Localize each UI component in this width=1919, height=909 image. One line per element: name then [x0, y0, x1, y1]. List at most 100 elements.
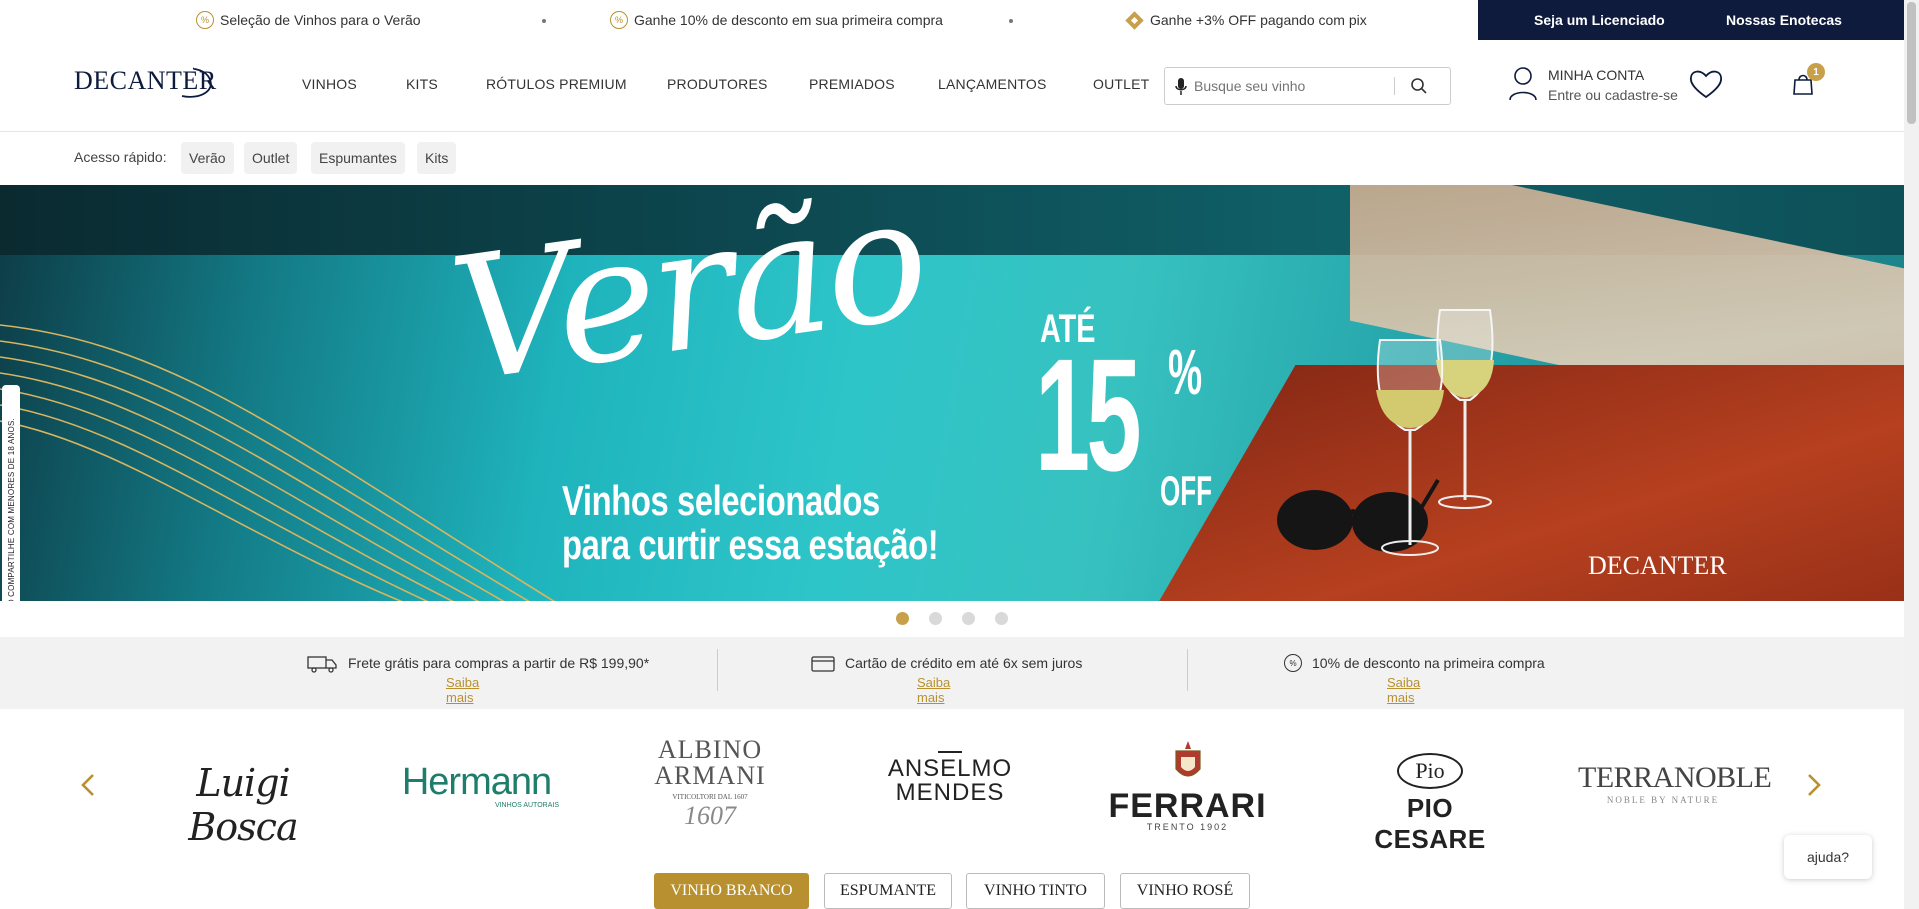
brand-albino-year: 1607: [684, 801, 736, 830]
brand-anselmo-bar: [938, 751, 962, 753]
brands-carousel: Luigi Bosca Hermann VINHOS AUTORAIS ALBI…: [0, 709, 1904, 859]
percent-icon: %: [610, 11, 628, 29]
hero-off-label: OFF: [1160, 467, 1213, 514]
brand-pio-cesare-name: PIO CESARE: [1374, 793, 1486, 854]
carousel-dots: [0, 612, 1904, 626]
benefits-bar: Frete grátis para compras a partir de R$…: [0, 637, 1904, 709]
promo-text: Ganhe 10% de desconto em sua primeira co…: [634, 12, 943, 28]
brand-terranoble-sub: NOBLE BY NATURE: [1606, 795, 1720, 805]
promo-item[interactable]: % Ganhe 10% de desconto em sua primeira …: [610, 0, 943, 40]
topbar-links: Seja um Licenciado Nossas Enotecas: [1478, 0, 1904, 40]
search-divider: [1394, 77, 1395, 95]
carousel-dot-2[interactable]: [929, 612, 942, 625]
carousel-dot-4[interactable]: [995, 612, 1008, 625]
age-warning-banner: APRECIE COM MODERAÇÃO. NÃO COMPARTILHE C…: [2, 385, 20, 601]
credit-card-icon: [811, 656, 835, 672]
hero-percent-sign: %: [1168, 336, 1203, 408]
chevron-left-icon[interactable]: [80, 773, 96, 797]
pio-cesare-monogram: Pio: [1397, 753, 1463, 789]
brand-ferrari[interactable]: FERRARI TRENTO 1902: [1100, 739, 1275, 832]
heart-icon[interactable]: [1689, 68, 1723, 100]
brand-terranoble-name: TERRANOBLE: [1578, 761, 1772, 794]
brand-hermann-name: Hermann: [401, 761, 552, 803]
brand-luigi-bosca[interactable]: Luigi Bosca: [158, 761, 328, 849]
benefit-saiba-mais-link[interactable]: Saiba mais: [1387, 675, 1420, 705]
brand-anselmo-line2: MENDES: [895, 779, 1005, 806]
quick-chip-verao[interactable]: Verão: [181, 142, 234, 174]
separator-dot: [542, 19, 546, 23]
hero-subtitle-line1: Vinhos selecionados: [562, 477, 880, 524]
help-chat-button[interactable]: ajuda?: [1784, 835, 1872, 879]
nav-vinhos[interactable]: VINHOS: [302, 76, 357, 92]
carousel-dot-3[interactable]: [962, 612, 975, 625]
licensee-link[interactable]: Seja um Licenciado: [1534, 12, 1665, 28]
carousel-dot-1[interactable]: [896, 612, 909, 625]
brand-anselmo-line1: ANSELMO: [887, 755, 1013, 782]
search-icon[interactable]: [1410, 77, 1428, 95]
promo-item[interactable]: % Seleção de Vinhos para o Verão: [196, 0, 421, 40]
quick-access-label: Acesso rápido:: [74, 149, 167, 165]
account-title[interactable]: MINHA CONTA: [1548, 67, 1644, 83]
brand-terranoble[interactable]: TERRANOBLE NOBLE BY NATURE: [1578, 761, 1772, 806]
stores-link[interactable]: Nossas Enotecas: [1726, 12, 1842, 28]
separator-dot: [1009, 19, 1013, 23]
brand-albino-line2: ARMANI: [654, 761, 766, 790]
search-box: [1164, 67, 1451, 105]
tab-espumante[interactable]: ESPUMANTE: [824, 873, 952, 909]
nav-premiados[interactable]: PREMIADOS: [809, 76, 895, 92]
pix-icon: [1125, 10, 1144, 30]
promo-bar: % Seleção de Vinhos para o Verão % Ganhe…: [0, 0, 1919, 40]
brand-ferrari-name: FERRARI: [1108, 787, 1267, 825]
main-header: DECANTER VINHOS KITS RÓTULOS PREMIUM PRO…: [0, 40, 1904, 132]
nav-rotulos-premium[interactable]: RÓTULOS PREMIUM: [486, 76, 627, 92]
benefit-text: 10% de desconto na primeira compra: [1312, 655, 1545, 671]
nav-kits[interactable]: KITS: [406, 76, 438, 92]
benefit-saiba-mais-link[interactable]: Saiba mais: [917, 675, 950, 705]
benefit-text: Frete grátis para compras a partir de R$…: [348, 655, 650, 671]
cart-count-badge: 1: [1807, 63, 1825, 81]
microphone-icon[interactable]: [1174, 77, 1188, 97]
hero-discount-value: 15: [1035, 325, 1142, 504]
quick-chip-espumantes[interactable]: Espumantes: [311, 142, 405, 174]
brand-albino-armani[interactable]: ALBINO ARMANI VITICOLTORI DAL 1607 1607: [650, 737, 770, 831]
tab-vinho-branco[interactable]: VINHO BRANCO: [654, 873, 809, 909]
promo-text: Seleção de Vinhos para o Verão: [220, 12, 421, 28]
nav-outlet[interactable]: OUTLET: [1093, 76, 1149, 92]
age-warning-text: APRECIE COM MODERAÇÃO. NÃO COMPARTILHE C…: [6, 418, 16, 601]
account-subtitle[interactable]: Entre ou cadastre-se: [1548, 87, 1678, 103]
nav-lancamentos[interactable]: LANÇAMENTOS: [938, 76, 1047, 92]
logo-swoosh-icon: [181, 67, 212, 98]
quick-chip-kits[interactable]: Kits: [417, 142, 457, 174]
percent-icon: %: [196, 11, 214, 29]
nav-produtores[interactable]: PRODUTORES: [667, 76, 768, 92]
quick-chip-outlet[interactable]: Outlet: [244, 142, 298, 174]
scrollbar-thumb[interactable]: [1907, 2, 1916, 124]
search-input[interactable]: [1194, 76, 1384, 96]
brand-albino-sub: VITICOLTORI DAL 1607: [672, 793, 748, 801]
benefit-divider: [717, 649, 718, 691]
hero-banner[interactable]: APRECIE COM MODERAÇÃO. NÃO COMPARTILHE C…: [0, 185, 1904, 601]
chevron-right-icon[interactable]: [1806, 773, 1822, 797]
benefit-saiba-mais-link[interactable]: Saiba mais: [446, 675, 479, 705]
brand-anselmo-mendes[interactable]: ANSELMO MENDES: [885, 751, 1015, 805]
tab-vinho-tinto[interactable]: VINHO TINTO: [966, 873, 1105, 909]
wine-glasses-icon: [1376, 309, 1494, 556]
user-icon[interactable]: [1508, 66, 1538, 102]
promo-text: Ganhe +3% OFF pagando com pix: [1150, 12, 1367, 28]
hero-title: Verão: [440, 185, 937, 421]
percent-icon: %: [1284, 654, 1302, 672]
hero-subtitle-line2: para curtir essa estação!: [562, 521, 939, 568]
hero-decanter-logo: DECANTER: [1588, 551, 1727, 580]
brand-pio-cesare[interactable]: Pio PIO CESARE: [1355, 753, 1505, 855]
quick-access-bar: Acesso rápido: Verão Outlet Espumantes K…: [0, 132, 1904, 185]
page-scrollbar[interactable]: [1904, 0, 1919, 909]
ferrari-crest-icon: [1174, 741, 1201, 777]
brand-hermann[interactable]: Hermann VINHOS AUTORAIS: [394, 761, 559, 809]
brand-albino-line1: ALBINO: [657, 735, 763, 764]
truck-icon: [307, 656, 337, 673]
benefit-divider: [1187, 649, 1188, 691]
page: % Seleção de Vinhos para o Verão % Ganhe…: [0, 0, 1919, 909]
benefit-text: Cartão de crédito em até 6x sem juros: [845, 655, 1083, 671]
promo-item[interactable]: Ganhe +3% OFF pagando com pix: [1125, 0, 1367, 40]
tab-vinho-rose[interactable]: VINHO ROSÉ: [1120, 873, 1250, 909]
